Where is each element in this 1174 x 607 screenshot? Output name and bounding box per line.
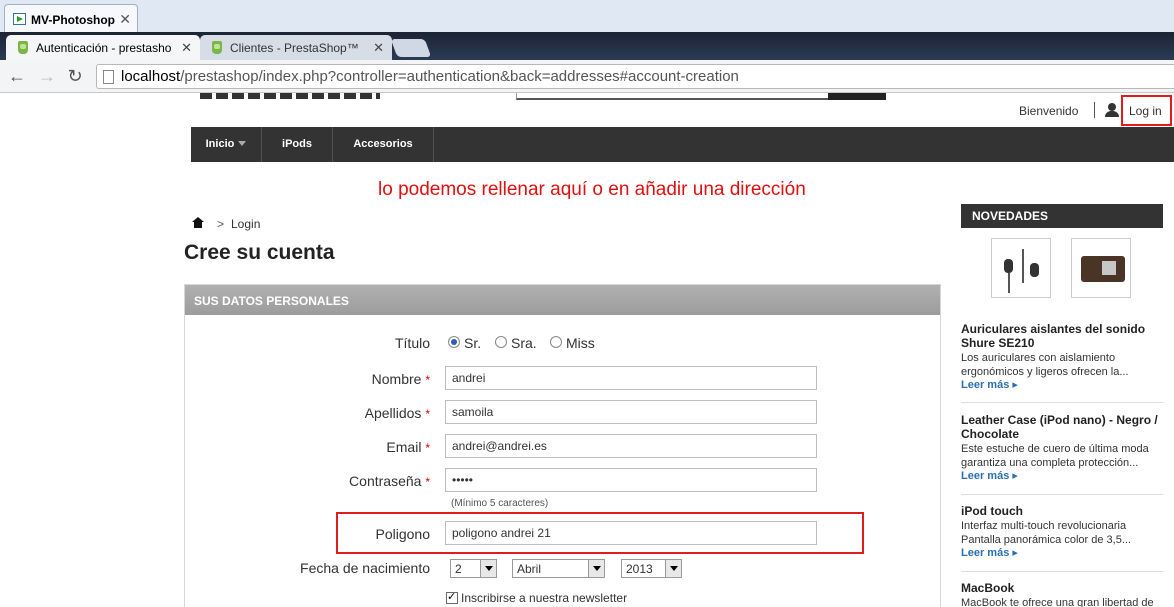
breadcrumb-separator: >	[217, 217, 225, 231]
menu-item-label: Inicio	[205, 138, 235, 150]
url-path: /prestashop/index.php?controller=authent…	[180, 68, 739, 85]
panel-heading: SUS DATOS PERSONALES	[185, 285, 940, 315]
poligono-highlight-box	[336, 512, 864, 554]
birth-year-value: 2013	[626, 562, 653, 576]
lastname-field[interactable]: samoila	[445, 400, 817, 424]
tab-close-icon[interactable]: ✕	[373, 40, 384, 56]
menu-item-accesorios[interactable]: Accesorios	[333, 127, 434, 162]
forward-button[interactable]: →	[36, 66, 58, 88]
back-button[interactable]: ←	[6, 66, 28, 88]
product-desc: Los auriculares con aislamiento ergonómi…	[961, 352, 1129, 378]
page-title: Cree su cuenta	[184, 241, 335, 264]
header-separator	[1094, 102, 1095, 118]
product-desc: MacBook te ofrece una gran libertad de	[961, 597, 1154, 607]
product-divider	[961, 571, 1163, 572]
birth-day-value: 2	[455, 562, 462, 576]
window-close-icon[interactable]: ✕	[119, 11, 131, 28]
product-title[interactable]: Leather Case (iPod nano) - Negro / Choco…	[961, 413, 1166, 441]
password-label: Contraseña *	[349, 473, 430, 489]
title-radio-sra[interactable]	[495, 336, 507, 348]
product-thumb-earphones[interactable]	[991, 238, 1051, 298]
firstname-field[interactable]: andrei	[445, 366, 817, 390]
welcome-text: Bienvenido	[1019, 104, 1079, 118]
home-icon[interactable]	[192, 217, 204, 228]
password-field[interactable]: •••••	[445, 468, 817, 492]
case-screen	[1102, 261, 1116, 275]
earbud-cable	[1008, 273, 1010, 293]
menu-item-inicio[interactable]: Inicio	[191, 127, 262, 162]
title-option-sra: Sra.	[511, 335, 537, 351]
reload-button[interactable]: ↻	[64, 66, 86, 88]
earbud-cable	[1022, 249, 1024, 283]
read-more-link[interactable]: Leer más ▸	[961, 469, 1018, 482]
app-icon	[13, 13, 26, 25]
title-radio-miss[interactable]	[550, 336, 562, 348]
read-more-link[interactable]: Leer más ▸	[961, 546, 1018, 559]
shop-logo[interactable]	[200, 93, 380, 99]
tab-close-icon[interactable]: ✕	[181, 40, 192, 56]
page-icon	[103, 70, 114, 84]
login-highlight-box	[1121, 95, 1172, 126]
birth-year-select[interactable]: 2013	[621, 559, 682, 578]
annotation-text: lo podemos rellenar aquí o en añadir una…	[378, 179, 806, 200]
product-divider	[961, 494, 1163, 495]
browser-toolbar: ← → ↻ localhost/prestashop/index.php?con…	[0, 60, 1174, 93]
chevron-down-icon	[480, 560, 496, 577]
new-tab-button[interactable]	[390, 39, 432, 57]
title-label: Título	[394, 335, 430, 351]
breadcrumb-current: Login	[231, 217, 261, 231]
url-host: localhost	[121, 68, 181, 85]
earbud-left	[1004, 259, 1013, 273]
window-title: MV-Photoshop	[31, 13, 115, 27]
product-thumb-leather-case[interactable]	[1071, 238, 1131, 298]
birth-month-value: Abril	[517, 562, 542, 576]
product-divider	[961, 402, 1163, 403]
main-menu: Inicio iPods Accesorios	[191, 127, 1174, 162]
menu-item-label: iPods	[282, 138, 312, 150]
menu-item-ipods[interactable]: iPods	[262, 127, 333, 162]
birth-month-select[interactable]: Abril	[512, 559, 605, 578]
chevron-down-icon	[665, 560, 681, 577]
read-more-link[interactable]: Leer más ▸	[961, 378, 1018, 391]
product-desc: Este estuche de cuero de última moda gar…	[961, 443, 1149, 469]
tab-label: Autenticación - prestasho	[36, 41, 172, 55]
address-bar[interactable]: localhost/prestashop/index.php?controlle…	[96, 64, 1174, 89]
title-option-miss: Miss	[566, 335, 595, 351]
title-radio-sr[interactable]	[448, 336, 460, 348]
product-title[interactable]: MacBook	[961, 581, 1166, 595]
novedades-heading: NOVEDADES	[961, 204, 1163, 228]
product-desc: Interfaz multi-touch revolucionaria Pant…	[961, 520, 1131, 546]
email-label: Email *	[386, 439, 430, 455]
browser-tab-strip: Autenticación - prestasho ✕ Clientes - P…	[0, 32, 1174, 60]
title-option-sr: Sr.	[464, 335, 482, 351]
tab-autenticacion[interactable]: Autenticación - prestasho ✕	[6, 35, 200, 60]
password-hint: (Mínimo 5 caracteres)	[451, 498, 549, 509]
chevron-down-icon	[588, 560, 604, 577]
search-button[interactable]	[828, 93, 886, 100]
birthdate-label: Fecha de nacimiento	[300, 560, 430, 576]
prestashop-favicon-icon	[18, 41, 28, 54]
tab-label: Clientes - PrestaShop™	[230, 41, 359, 55]
prestashop-favicon-icon	[212, 41, 222, 54]
chevron-down-icon	[238, 141, 247, 146]
user-icon	[1105, 103, 1119, 117]
tab-clientes[interactable]: Clientes - PrestaShop™ ✕	[200, 35, 392, 60]
lastname-label: Apellidos *	[364, 405, 430, 421]
earbud-right	[1030, 263, 1039, 277]
birth-day-select[interactable]: 2	[450, 559, 497, 578]
menu-item-label: Accesorios	[353, 138, 413, 150]
product-title[interactable]: iPod touch	[961, 504, 1166, 518]
email-field[interactable]: andrei@andrei.es	[445, 434, 817, 458]
search-input[interactable]	[516, 93, 828, 100]
firstname-label: Nombre *	[371, 371, 430, 387]
window-tab[interactable]: MV-Photoshop ✕	[4, 4, 138, 32]
newsletter-checkbox[interactable]	[446, 590, 458, 604]
product-title[interactable]: Auriculares aislantes del sonido Shure S…	[961, 322, 1166, 350]
newsletter-label: Inscribirse a nuestra newsletter	[461, 591, 628, 605]
window-titlebar: MV-Photoshop ✕	[0, 0, 1174, 32]
